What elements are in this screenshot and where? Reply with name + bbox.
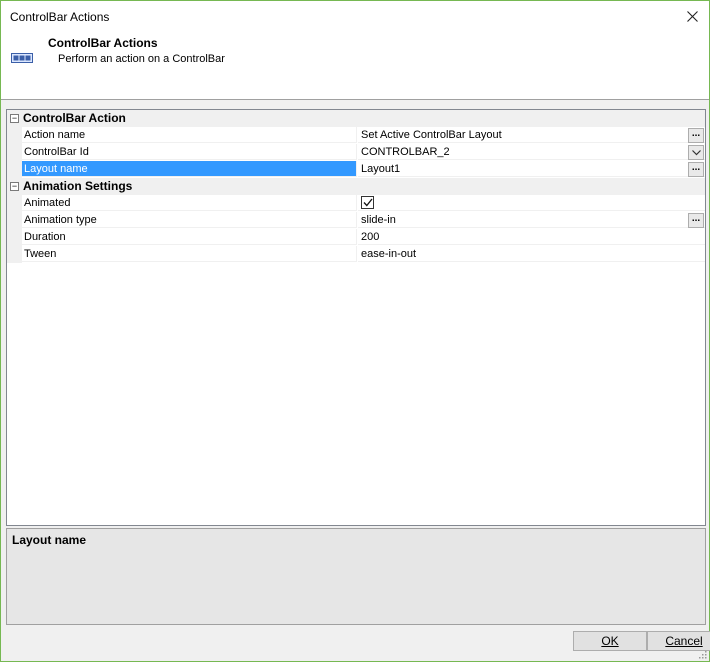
property-name[interactable]: Animation type [22, 212, 357, 228]
row-gutter [7, 229, 22, 246]
property-value[interactable]: Set Active ControlBar Layout [358, 127, 705, 143]
property-name[interactable]: Action name [22, 127, 357, 143]
window-title: ControlBar Actions [10, 10, 110, 24]
ellipsis-button[interactable]: ... [688, 128, 704, 143]
property-value[interactable] [358, 195, 705, 211]
property-name[interactable]: Tween [22, 246, 357, 262]
cancel-button-label: Cancel [665, 634, 703, 648]
property-name[interactable]: Duration [22, 229, 357, 245]
property-name[interactable]: ControlBar Id [22, 144, 357, 160]
dropdown-button[interactable] [688, 145, 704, 160]
help-panel: Layout name [6, 528, 706, 625]
property-row-animation-type[interactable]: Animation type slide-in ... [7, 212, 705, 229]
category-label: ControlBar Action [23, 111, 126, 125]
ok-button-label: OK [601, 634, 619, 648]
resize-grip-icon[interactable] [697, 649, 707, 659]
controlbar-icon [11, 53, 33, 63]
collapse-icon[interactable]: − [10, 182, 19, 191]
cancel-button[interactable]: Cancel [647, 631, 710, 651]
close-button[interactable] [675, 1, 709, 31]
property-grid[interactable]: − ControlBar Action Action name Set Acti… [6, 109, 706, 526]
row-gutter [7, 195, 22, 212]
ok-button[interactable]: OK [573, 631, 647, 651]
row-gutter [7, 144, 22, 161]
row-gutter [7, 246, 22, 263]
ellipsis-button[interactable]: ... [688, 213, 704, 228]
property-value[interactable]: Layout1 [358, 161, 705, 177]
row-gutter [7, 127, 22, 144]
category-label: Animation Settings [23, 179, 133, 193]
checkmark-icon [363, 198, 373, 207]
title-bar: ControlBar Actions [1, 1, 709, 31]
header-description: Perform an action on a ControlBar [58, 53, 225, 65]
header-title: ControlBar Actions [48, 36, 158, 50]
category-animation-settings[interactable]: − Animation Settings [7, 178, 705, 195]
chevron-down-icon [691, 149, 701, 155]
property-name[interactable]: Animated [22, 195, 357, 211]
row-gutter [7, 161, 22, 178]
property-name[interactable]: Layout name [22, 161, 357, 177]
animated-checkbox[interactable] [361, 196, 374, 209]
property-value[interactable]: slide-in [358, 212, 705, 228]
property-value[interactable]: ease-in-out [358, 246, 705, 262]
close-icon [686, 10, 698, 22]
row-gutter [7, 212, 22, 229]
ellipsis-button[interactable]: ... [688, 162, 704, 177]
property-row-action-name[interactable]: Action name Set Active ControlBar Layout… [7, 127, 705, 144]
property-row-layout-name[interactable]: Layout name Layout1 ... [7, 161, 705, 178]
property-value[interactable]: 200 [358, 229, 705, 245]
dialog-window: ControlBar Actions ControlBar Actions Pe… [0, 0, 710, 662]
property-value[interactable]: CONTROLBAR_2 [358, 144, 705, 160]
dialog-header: ControlBar Actions Perform an action on … [1, 31, 709, 100]
property-row-controlbar-id[interactable]: ControlBar Id CONTROLBAR_2 [7, 144, 705, 161]
help-title: Layout name [12, 533, 87, 547]
property-row-tween[interactable]: Tween ease-in-out [7, 246, 705, 263]
property-row-animated[interactable]: Animated [7, 195, 705, 212]
category-controlbar-action[interactable]: − ControlBar Action [7, 110, 705, 127]
collapse-icon[interactable]: − [10, 114, 19, 123]
property-row-duration[interactable]: Duration 200 [7, 229, 705, 246]
